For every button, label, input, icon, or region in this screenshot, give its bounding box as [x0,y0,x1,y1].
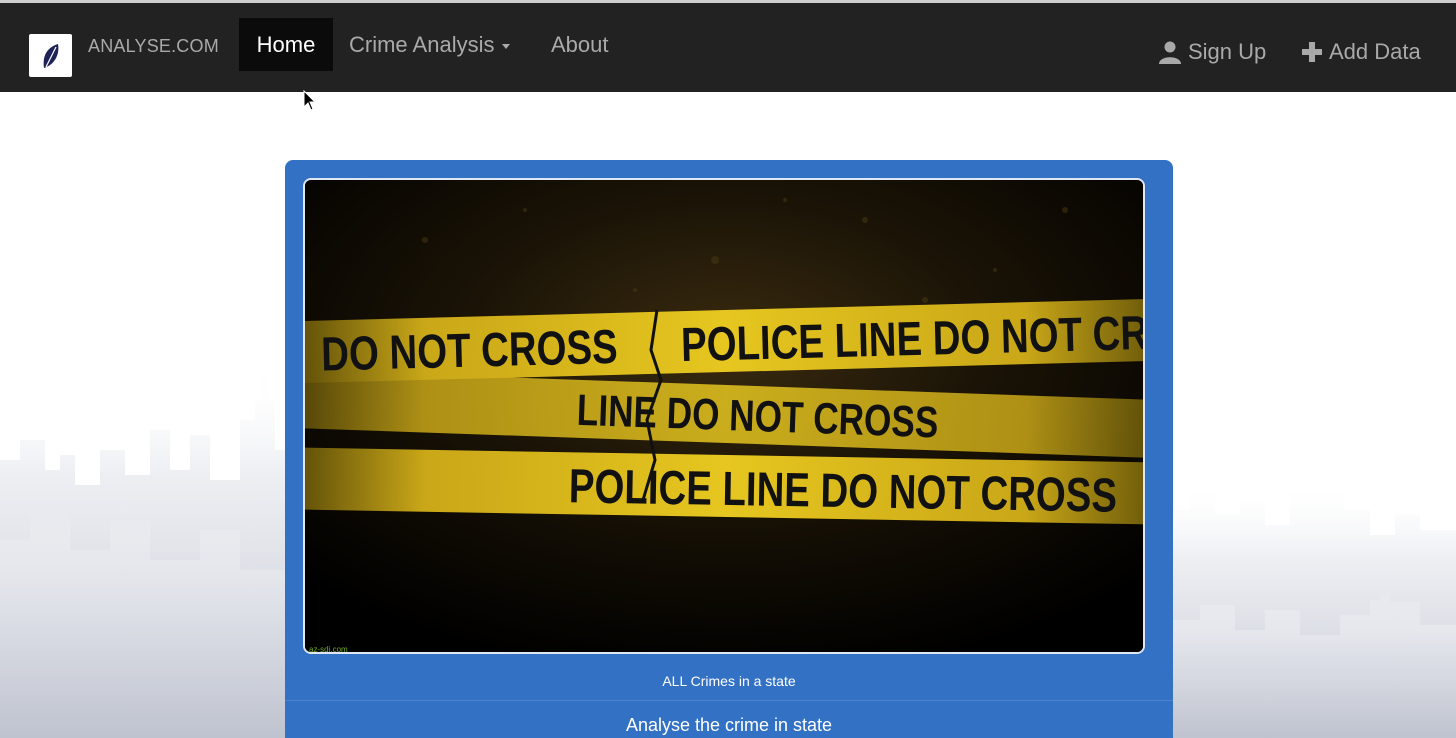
nav-crime-analysis-label: Crime Analysis [349,31,495,57]
nav-about-label: About [551,31,609,57]
brand-logo[interactable] [29,34,72,77]
image-watermark: az-sdj.com [309,645,348,654]
add-data-link[interactable]: Add Data [1301,25,1421,78]
caption-title: Analyse the crime in state [625,715,833,735]
sign-up-label: Sign Up [1188,38,1267,64]
police-line-tape-image: DO NOT CROSS POLICE LINE DO NOT CROSS LI… [305,180,1143,654]
leaf-logo-icon [43,43,58,68]
top-navbar: ANALYSE.COM Home Crime Analysis About Si… [0,0,1456,92]
mouse-cursor-icon [303,90,317,111]
caption-subtitle: ALL Crimes in a state [662,673,796,689]
caret-down-icon [502,43,511,49]
nav-home[interactable]: Home [239,18,333,71]
nav-home-label: Home [256,31,316,57]
nav-about[interactable]: About [551,18,609,71]
add-data-label: Add Data [1329,38,1421,64]
sign-up-link[interactable]: Sign Up [1158,25,1266,78]
caption-divider [285,700,1173,701]
nav-crime-analysis-dropdown[interactable]: Crime Analysis [349,18,511,71]
plus-icon [1302,41,1322,62]
user-icon [1159,41,1181,64]
carousel-slide[interactable]: DO NOT CROSS POLICE LINE DO NOT CROSS LI… [303,178,1145,654]
brand-name[interactable]: ANALYSE.COM [88,36,219,57]
crime-carousel: DO NOT CROSS POLICE LINE DO NOT CROSS LI… [285,160,1173,738]
